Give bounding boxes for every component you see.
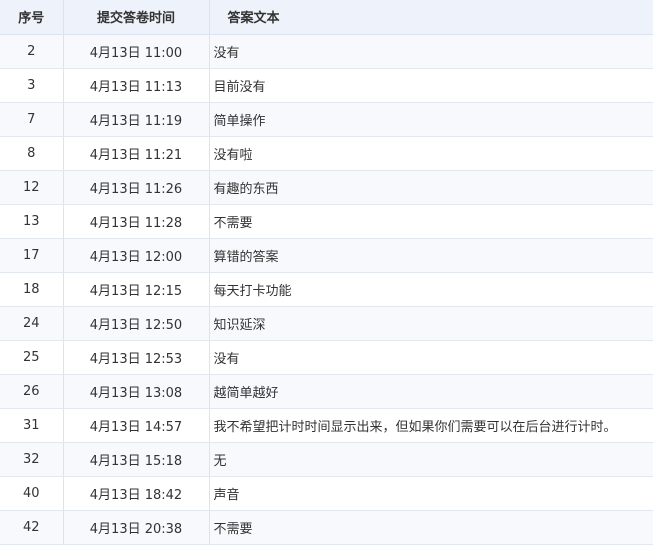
cell-answer-text: 有趣的东西: [209, 170, 653, 205]
cell-submit-time: 4月13日 11:13: [63, 68, 210, 103]
table-body: 2 4月13日 11:00 没有 3 4月13日 11:13 目前没有 7 4月13日 11:…: [0, 34, 653, 545]
answer-table: 序号 提交答卷时间 答案文本 2 4月13日 11:00 没有 3 4月13日 11:1…: [0, 0, 653, 545]
table-row[interactable]: 31 4月13日 14:57 我不希望把计时时间显示出来，但如果你们需要可以在后台进…: [0, 408, 653, 443]
table-row[interactable]: 42 4月13日 20:38 不需要: [0, 510, 653, 545]
cell-submit-time: 4月13日 18:42: [63, 476, 210, 511]
cell-seq: 31: [0, 408, 64, 443]
header-row: 序号 提交答卷时间 答案文本: [0, 0, 653, 35]
table-row[interactable]: 40 4月13日 18:42 声音: [0, 476, 653, 511]
cell-seq: 42: [0, 510, 64, 545]
cell-seq: 17: [0, 238, 64, 273]
cell-submit-time: 4月13日 20:38: [63, 510, 210, 545]
cell-answer-text: 算错的答案: [209, 238, 653, 273]
cell-submit-time: 4月13日 12:15: [63, 272, 210, 307]
cell-answer-text: 不需要: [209, 204, 653, 239]
cell-seq: 24: [0, 306, 64, 341]
cell-submit-time: 4月13日 15:18: [63, 442, 210, 477]
cell-seq: 13: [0, 204, 64, 239]
header-submit-time[interactable]: 提交答卷时间: [63, 0, 210, 35]
cell-answer-text: 没有啦: [209, 136, 653, 171]
cell-seq: 8: [0, 136, 64, 171]
cell-submit-time: 4月13日 12:53: [63, 340, 210, 375]
cell-submit-time: 4月13日 11:21: [63, 136, 210, 171]
cell-submit-time: 4月13日 11:00: [63, 34, 210, 69]
table-row[interactable]: 17 4月13日 12:00 算错的答案: [0, 238, 653, 273]
cell-answer-text: 知识延深: [209, 306, 653, 341]
table-header: 序号 提交答卷时间 答案文本: [0, 0, 653, 35]
cell-submit-time: 4月13日 12:50: [63, 306, 210, 341]
cell-answer-text: 越简单越好: [209, 374, 653, 409]
cell-answer-text: 每天打卡功能: [209, 272, 653, 307]
cell-submit-time: 4月13日 12:00: [63, 238, 210, 273]
table-row[interactable]: 13 4月13日 11:28 不需要: [0, 204, 653, 239]
cell-submit-time: 4月13日 11:28: [63, 204, 210, 239]
cell-seq: 26: [0, 374, 64, 409]
cell-seq: 2: [0, 34, 64, 69]
cell-answer-text: 目前没有: [209, 68, 653, 103]
table-row[interactable]: 2 4月13日 11:00 没有: [0, 34, 653, 69]
table-row[interactable]: 24 4月13日 12:50 知识延深: [0, 306, 653, 341]
cell-submit-time: 4月13日 11:19: [63, 102, 210, 137]
table-row[interactable]: 3 4月13日 11:13 目前没有: [0, 68, 653, 103]
cell-seq: 18: [0, 272, 64, 307]
cell-seq: 40: [0, 476, 64, 511]
table-row[interactable]: 18 4月13日 12:15 每天打卡功能: [0, 272, 653, 307]
table-row[interactable]: 26 4月13日 13:08 越简单越好: [0, 374, 653, 409]
header-answer-text[interactable]: 答案文本: [209, 0, 653, 35]
cell-answer-text: 声音: [209, 476, 653, 511]
cell-submit-time: 4月13日 11:26: [63, 170, 210, 205]
table-row[interactable]: 32 4月13日 15:18 无: [0, 442, 653, 477]
cell-answer-text: 无: [209, 442, 653, 477]
cell-seq: 12: [0, 170, 64, 205]
cell-submit-time: 4月13日 14:57: [63, 408, 210, 443]
cell-seq: 25: [0, 340, 64, 375]
table-row[interactable]: 12 4月13日 11:26 有趣的东西: [0, 170, 653, 205]
cell-answer-text: 简单操作: [209, 102, 653, 137]
cell-answer-text: 我不希望把计时时间显示出来，但如果你们需要可以在后台进行计时。: [209, 408, 653, 443]
cell-submit-time: 4月13日 13:08: [63, 374, 210, 409]
cell-answer-text: 不需要: [209, 510, 653, 545]
cell-seq: 32: [0, 442, 64, 477]
table-row[interactable]: 7 4月13日 11:19 简单操作: [0, 102, 653, 137]
cell-seq: 3: [0, 68, 64, 103]
table-row[interactable]: 25 4月13日 12:53 没有: [0, 340, 653, 375]
cell-answer-text: 没有: [209, 34, 653, 69]
table-row[interactable]: 8 4月13日 11:21 没有啦: [0, 136, 653, 171]
cell-seq: 7: [0, 102, 64, 137]
header-seq[interactable]: 序号: [0, 0, 64, 35]
cell-answer-text: 没有: [209, 340, 653, 375]
